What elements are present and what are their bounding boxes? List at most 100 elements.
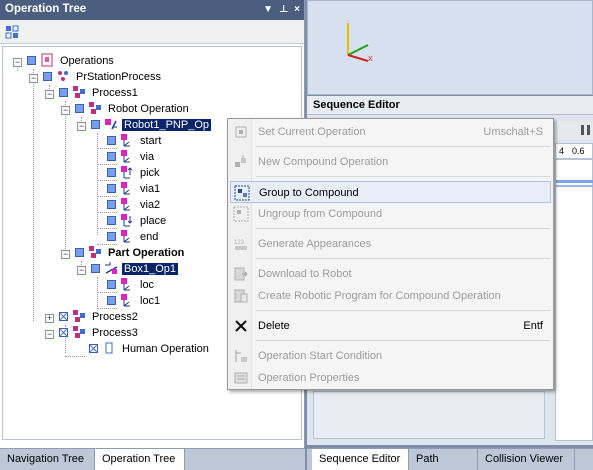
tab-navigation-tree[interactable]: Navigation Tree	[0, 449, 95, 470]
gantt-bar[interactable]	[556, 180, 593, 183]
tree-node-location-start[interactable]: start	[107, 133, 163, 149]
station-process-icon	[58, 71, 68, 81]
dropdown-icon[interactable]: ▼	[263, 3, 273, 17]
tree-node-process2[interactable]: Process2	[59, 309, 140, 325]
menu-item-new-compound-operation[interactable]: New Compound Operation	[230, 151, 551, 173]
checkbox-icon[interactable]	[107, 184, 116, 193]
panel-titlebar: Operation Tree ▼ ⊥ ×	[0, 0, 304, 20]
checkbox-icon[interactable]	[107, 216, 116, 225]
graphics-viewport[interactable]: X	[307, 0, 593, 95]
tree-node-location-loc1[interactable]: loc1	[107, 293, 162, 309]
collapse-toggle[interactable]: −	[13, 58, 22, 67]
axis-triad-icon: X	[347, 23, 373, 63]
collapse-toggle[interactable]: −	[77, 266, 86, 275]
via-location-icon	[121, 134, 130, 147]
tree-node-process1[interactable]: Process1	[59, 85, 140, 101]
ruler-label: 4	[559, 146, 565, 156]
via-location-icon	[121, 278, 130, 291]
left-panel-tabs: Navigation Tree Operation Tree	[0, 448, 305, 470]
checkbox-unchecked-icon[interactable]	[59, 328, 68, 337]
tree-node-prstationprocess[interactable]: PrStationProcess	[43, 69, 163, 85]
operation-list-area	[313, 391, 545, 439]
download-robot-icon	[234, 267, 248, 281]
checkbox-icon[interactable]	[91, 264, 100, 273]
menu-item-operation-start-condition[interactable]: Operation Start Condition	[230, 345, 551, 367]
close-icon[interactable]: ×	[294, 3, 300, 17]
svg-text:X: X	[368, 56, 373, 63]
expand-toggle[interactable]: +	[45, 314, 54, 323]
menu-separator	[256, 176, 550, 177]
properties-icon	[234, 372, 248, 384]
checkbox-icon[interactable]	[107, 136, 116, 145]
tree-node-location-pick[interactable]: pick	[107, 165, 162, 181]
pause-icon[interactable]	[579, 123, 593, 137]
tree-node-location-via2[interactable]: via2	[107, 197, 162, 213]
tree-node-robot1-pnp-op[interactable]: Robot1_PNP_Op	[91, 117, 211, 133]
group-compound-icon	[234, 185, 250, 201]
checkbox-icon[interactable]	[27, 56, 36, 65]
collapse-toggle[interactable]: −	[61, 106, 70, 115]
tree-node-location-end[interactable]: end	[107, 229, 160, 245]
tab-collision-viewer[interactable]: Collision Viewer	[478, 449, 575, 470]
checkbox-icon[interactable]	[107, 296, 116, 305]
checkbox-unchecked-icon[interactable]	[89, 344, 98, 353]
create-program-icon	[234, 289, 248, 303]
tab-path-editor[interactable]: Path Editor	[409, 449, 478, 470]
checkbox-icon[interactable]	[107, 168, 116, 177]
ungroup-compound-icon	[233, 206, 249, 222]
menu-item-generate-appearances[interactable]: 123 Generate Appearances	[230, 233, 551, 255]
gantt-area[interactable]	[555, 159, 593, 441]
menu-item-ungroup-from-compound[interactable]: Ungroup from Compound	[230, 203, 551, 225]
operations-root-icon	[41, 53, 53, 67]
tab-sequence-editor[interactable]: Sequence Editor	[312, 449, 409, 470]
checkbox-icon[interactable]	[107, 200, 116, 209]
checkbox-icon[interactable]	[107, 152, 116, 161]
menu-item-download-to-robot[interactable]: Download to Robot	[230, 263, 551, 285]
part-operation-icon	[105, 262, 118, 274]
menu-item-create-robotic-program[interactable]: Create Robotic Program for Compound Oper…	[230, 285, 551, 307]
checkbox-icon[interactable]	[107, 280, 116, 289]
sequence-editor-title: Sequence Editor	[307, 96, 593, 115]
checkbox-icon[interactable]	[75, 248, 84, 257]
tree-node-human-operation[interactable]: Human Operation	[89, 341, 211, 357]
sequence-toolbar	[557, 121, 593, 139]
menu-item-set-current-operation[interactable]: Set Current Operation Umschalt+S	[230, 121, 551, 143]
tab-operation-tree[interactable]: Operation Tree	[95, 449, 185, 470]
checkbox-icon[interactable]	[91, 120, 100, 129]
gantt-bar[interactable]	[556, 185, 593, 187]
collapse-toggle[interactable]: −	[45, 90, 54, 99]
menu-item-delete[interactable]: Delete Entf	[230, 315, 551, 337]
checkbox-icon[interactable]	[59, 88, 68, 97]
via-location-icon	[121, 182, 130, 195]
collapse-toggle[interactable]: −	[45, 330, 54, 339]
via-location-icon	[121, 294, 130, 307]
tree-node-location-via[interactable]: via	[107, 149, 156, 165]
start-condition-icon	[235, 350, 247, 362]
tree-node-robot-operation[interactable]: Robot Operation	[75, 101, 191, 117]
tree-filter-icon[interactable]	[4, 24, 20, 40]
tree-node-location-loc[interactable]: loc	[107, 277, 156, 293]
tree-node-box1-op1[interactable]: Box1_Op1	[91, 261, 178, 277]
checkbox-icon[interactable]	[75, 104, 84, 113]
menu-item-operation-properties[interactable]: Operation Properties	[230, 367, 551, 389]
tree-node-part-operation[interactable]: Part Operation	[75, 245, 186, 261]
menu-item-group-to-compound[interactable]: Group to Compound	[230, 181, 551, 203]
collapse-toggle[interactable]: −	[61, 250, 70, 259]
timeline-ruler: 4 0.6	[555, 143, 593, 159]
checkbox-unchecked-icon[interactable]	[59, 312, 68, 321]
tree-node-operations[interactable]: Operations	[27, 53, 116, 69]
collapse-toggle[interactable]: −	[29, 74, 38, 83]
tree-node-process3[interactable]: Process3	[59, 325, 140, 341]
right-panel-tabs: Sequence Editor Path Editor Collision Vi…	[307, 448, 593, 470]
checkbox-icon[interactable]	[43, 72, 52, 81]
app-window: Operation Tree ▼ ⊥ × − − − − − − − + − O…	[0, 0, 593, 470]
via-location-icon	[121, 230, 130, 243]
tree-node-location-place[interactable]: place	[107, 213, 168, 229]
via-location-icon	[121, 198, 130, 211]
context-menu: Set Current Operation Umschalt+S New Com…	[227, 118, 554, 390]
pin-icon[interactable]: ⊥	[279, 3, 288, 17]
checkbox-icon[interactable]	[107, 232, 116, 241]
delete-icon	[235, 320, 247, 332]
tree-node-location-via1[interactable]: via1	[107, 181, 162, 197]
collapse-toggle[interactable]: −	[77, 122, 86, 131]
